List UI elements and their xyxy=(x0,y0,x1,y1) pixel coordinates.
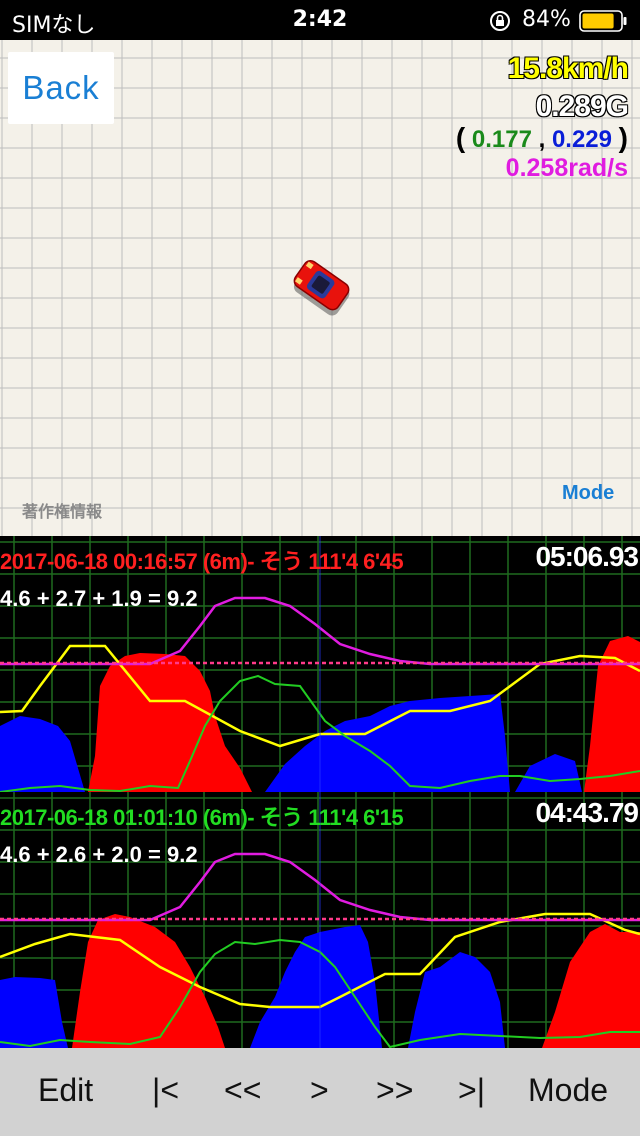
score-equation: 4.6 + 2.7 + 1.9 = 9.2 xyxy=(0,586,198,611)
g-vector-close: ) xyxy=(618,122,628,153)
skip-to-end-button[interactable]: >| xyxy=(458,1072,485,1109)
g-vector-readout: ( 0.177 , 0.229 ) xyxy=(456,122,628,154)
graph-blue-fill xyxy=(0,716,85,792)
fast-forward-button[interactable]: >> xyxy=(376,1072,413,1109)
edit-button[interactable]: Edit xyxy=(38,1072,93,1109)
score-equation: 4.6 + 2.6 + 2.0 = 9.2 xyxy=(0,842,198,867)
graph-red-fill xyxy=(584,636,640,792)
g-vector-separator: , xyxy=(538,126,546,153)
lap-graph-panel-2[interactable]: 2017-06-18 01:01:10 (6m)- そう 111'4 6'15 … xyxy=(0,792,640,1048)
status-bar: SIMなし 2:42 84% xyxy=(0,0,640,40)
car-icon xyxy=(293,260,350,316)
toolbar-mode-button[interactable]: Mode xyxy=(528,1072,608,1109)
lap-graph-panel-1[interactable]: 2017-06-18 00:16:57 (6m)- そう 111'4 6'45 … xyxy=(0,536,640,792)
graph-red-fill xyxy=(88,653,252,792)
g-y-value: 0.229 xyxy=(551,126,612,153)
g-vector-open: ( xyxy=(455,122,466,153)
speed-readout: 15.8km/h xyxy=(507,52,629,85)
playback-toolbar: Edit |< << > >> >| Mode xyxy=(0,1048,640,1136)
battery-icon xyxy=(579,10,627,32)
session-title: 2017-06-18 01:01:10 (6m)- そう 111'4 6'15 xyxy=(0,805,404,830)
graph-red-fill xyxy=(542,924,640,1048)
yaw-rate-readout: 0.258rad/s xyxy=(505,154,628,182)
map-mode-button[interactable]: Mode xyxy=(562,482,614,505)
rewind-button[interactable]: << xyxy=(224,1072,261,1109)
graph-blue-fill xyxy=(265,694,510,792)
rotation-lock-icon xyxy=(490,11,510,31)
lap-time: 05:06.93 xyxy=(535,541,639,572)
map-view[interactable]: Back 15.8km/h 0.289G ( 0.177 , 0.229 ) 0… xyxy=(0,40,640,536)
play-button[interactable]: > xyxy=(310,1072,329,1109)
back-button[interactable]: Back xyxy=(8,52,114,124)
battery-percentage: 84% xyxy=(522,7,571,32)
gforce-readout: 0.289G xyxy=(535,90,629,123)
graph-blue-fill xyxy=(515,754,582,792)
lap-time: 04:43.79 xyxy=(535,797,639,828)
skip-to-start-button[interactable]: |< xyxy=(152,1072,179,1109)
graph-blue-fill xyxy=(0,977,68,1048)
copyright-link[interactable]: 著作権情報 xyxy=(22,498,102,522)
g-x-value: 0.177 xyxy=(471,126,532,153)
graph-red-fill xyxy=(72,914,225,1048)
session-title: 2017-06-18 00:16:57 (6m)- そう 111'4 6'45 xyxy=(0,549,404,574)
